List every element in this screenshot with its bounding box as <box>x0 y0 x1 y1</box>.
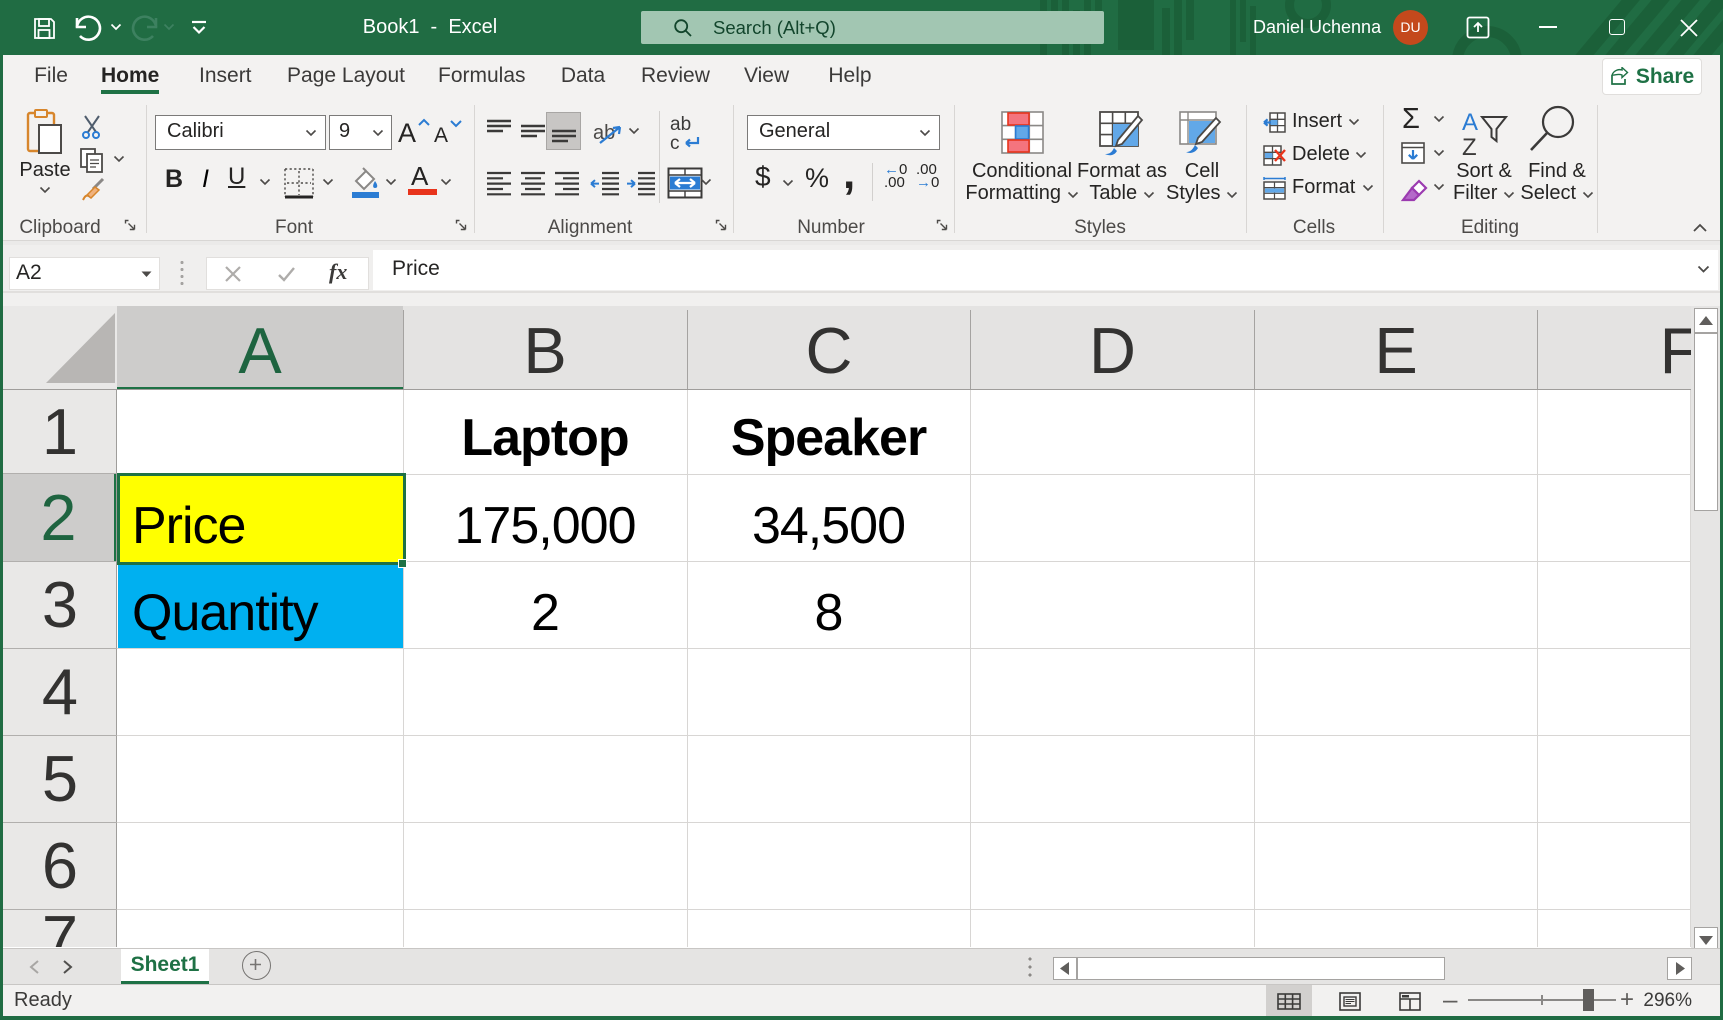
svg-text:Z: Z <box>1462 134 1477 161</box>
svg-text:ab: ab <box>670 114 691 135</box>
svg-text:A: A <box>1462 109 1478 136</box>
svg-text:c: c <box>670 133 680 151</box>
